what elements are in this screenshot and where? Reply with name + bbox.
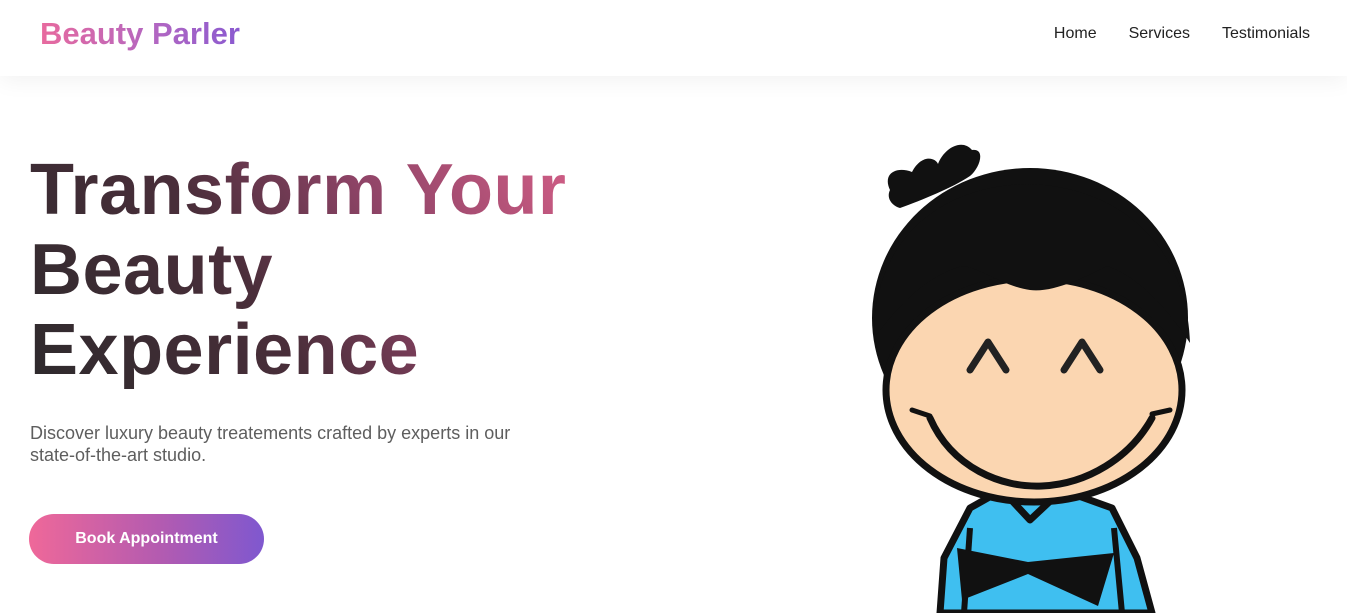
nav-links: Home Services Testimonials <box>1054 24 1310 44</box>
brand-logo[interactable]: Beauty Parler <box>40 14 240 54</box>
mascot-face <box>882 274 1186 506</box>
hero-title-line-3: Experience <box>30 310 420 390</box>
hero-title-line-1: Transform Your <box>30 150 567 230</box>
hero-title: Transform Your Beauty Experience <box>30 150 630 390</box>
nav-link-home[interactable]: Home <box>1054 24 1097 44</box>
navbar: Beauty Parler Home Services Testimonials <box>0 0 1347 76</box>
nav-link-services[interactable]: Services <box>1129 24 1190 44</box>
book-appointment-button[interactable]: Book Appointment <box>29 514 264 564</box>
hero-title-line-2: Beauty <box>30 230 274 310</box>
nav-link-testimonials[interactable]: Testimonials <box>1222 24 1310 44</box>
hero-description: Discover luxury beauty treatements craft… <box>30 423 511 465</box>
hero-mascot-image <box>872 144 1190 613</box>
